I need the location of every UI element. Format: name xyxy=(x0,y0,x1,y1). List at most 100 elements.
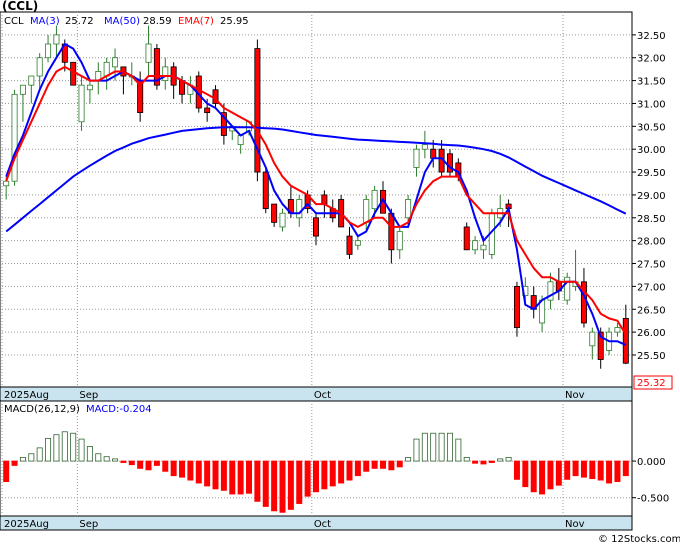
candle xyxy=(338,194,345,228)
macd-bar xyxy=(120,460,127,463)
candle-body xyxy=(86,84,93,91)
legend-ma3-value: 25.72 xyxy=(65,16,94,27)
macd-bar xyxy=(304,460,311,497)
candle-body xyxy=(480,244,487,251)
price-y-tick-label: 32.50 xyxy=(637,31,666,42)
macd-bar xyxy=(580,460,587,478)
candle-body xyxy=(405,199,412,219)
macd-bar xyxy=(572,460,579,477)
macd-bar xyxy=(513,460,520,480)
candle-body xyxy=(363,199,370,223)
candle-body xyxy=(237,135,244,146)
candle-body xyxy=(622,318,629,364)
candle-body xyxy=(145,43,152,63)
price-x-tick-label: Oct xyxy=(314,390,331,401)
macd-bar xyxy=(555,460,562,486)
candle-body xyxy=(313,217,319,237)
legend-ma50: MA(50) xyxy=(104,16,140,27)
macd-bar xyxy=(564,460,571,480)
macd-bar xyxy=(45,437,52,462)
macd-bar xyxy=(346,460,353,481)
macd-bar xyxy=(11,460,18,466)
candle-body xyxy=(78,84,85,123)
macd-bar xyxy=(329,460,336,487)
macd-bar xyxy=(430,432,437,462)
macd-bar xyxy=(212,460,219,490)
price-y-tick-label: 28.50 xyxy=(637,214,666,225)
macd-bar xyxy=(279,460,286,513)
price-y-tick-label: 26.50 xyxy=(637,305,666,316)
macd-bar xyxy=(70,432,77,462)
candle xyxy=(153,44,160,90)
macd-bar xyxy=(112,458,119,462)
candle-body xyxy=(162,66,169,81)
candle-body xyxy=(614,327,621,333)
macd-bar xyxy=(396,460,403,468)
macd-bar xyxy=(446,432,453,462)
macd-bar xyxy=(614,460,621,482)
macd-legend-value: MACD:-0.204 xyxy=(86,404,152,415)
macd-bar xyxy=(195,460,202,484)
macd-bar xyxy=(597,460,604,481)
legend-ema7: EMA(7) xyxy=(178,16,214,27)
macd-bar xyxy=(463,457,470,462)
macd-panel xyxy=(0,400,633,517)
legend-ma3: MA(3) xyxy=(30,16,60,27)
macd-bar xyxy=(472,460,479,464)
price-y-tick-label: 32.00 xyxy=(637,54,666,65)
macd-bar xyxy=(455,438,462,462)
macd-bar xyxy=(86,446,93,462)
candle-body xyxy=(19,84,26,95)
macd-bar xyxy=(162,460,169,472)
candle-body xyxy=(112,57,119,68)
macd-bar xyxy=(61,431,68,462)
macd-bar xyxy=(262,460,269,507)
macd-bar xyxy=(153,460,160,466)
macd-bar xyxy=(271,460,278,512)
macd-bar xyxy=(296,460,303,504)
macd-x-tick-label: 2025Aug xyxy=(4,519,49,530)
macd-bar xyxy=(413,438,420,462)
candle-body xyxy=(279,212,286,228)
price-y-tick-label: 26.00 xyxy=(637,328,666,339)
legend-ema7-value: 25.95 xyxy=(220,16,249,27)
candle xyxy=(254,39,261,182)
candle xyxy=(564,272,571,305)
macd-bar xyxy=(128,460,135,466)
watermark: © 12Stocks.com xyxy=(598,534,680,545)
macd-bar xyxy=(488,460,495,463)
candle xyxy=(11,89,18,186)
candle-body xyxy=(589,331,596,347)
macd-bar xyxy=(78,438,85,462)
macd-x-tick-label: Nov xyxy=(565,519,585,530)
macd-bar xyxy=(187,460,194,481)
chart-canvas: 25.50 26.00 26.50 27.00 27.50 28.00 28.50 29.00… xyxy=(0,0,680,546)
candle xyxy=(70,61,77,86)
macd-bar xyxy=(229,460,236,495)
macd-bar xyxy=(137,460,144,469)
macd-bar xyxy=(522,460,529,488)
macd-bar xyxy=(321,460,328,490)
candle-body xyxy=(28,75,35,86)
candle-body xyxy=(513,285,520,328)
price-y-tick-label: 30.50 xyxy=(637,122,666,133)
candle-body xyxy=(472,240,479,251)
candle-body xyxy=(204,107,211,114)
macd-x-tick-label: Oct xyxy=(314,519,331,530)
chart-title: (CCL) xyxy=(2,0,38,13)
candle-body xyxy=(371,189,378,210)
macd-bar xyxy=(539,460,546,495)
macd-legend-params: MACD(26,12,9) xyxy=(4,404,80,415)
candle-body xyxy=(45,43,52,59)
macd-bar xyxy=(246,460,253,494)
candle-body xyxy=(321,194,328,205)
last-price-label: 25.32 xyxy=(637,378,666,389)
candle-body xyxy=(3,180,10,187)
price-panel xyxy=(0,11,633,388)
price-y-tick-label: 29.50 xyxy=(637,168,666,179)
macd-bar xyxy=(19,457,26,462)
macd-bar xyxy=(505,457,512,462)
candle-body xyxy=(262,171,269,210)
macd-bar xyxy=(547,460,554,490)
price-y-tick-label: 31.50 xyxy=(637,77,666,88)
